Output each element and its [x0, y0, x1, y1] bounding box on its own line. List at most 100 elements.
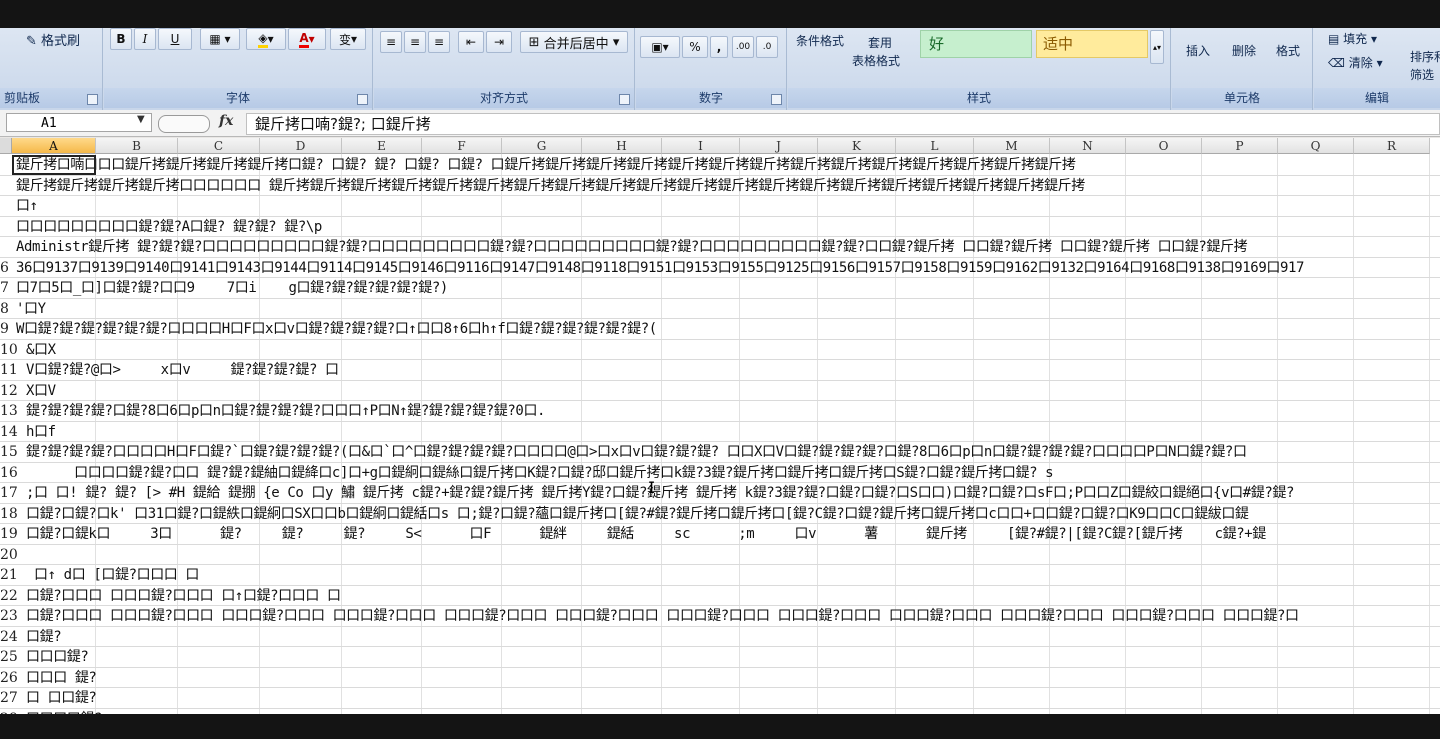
cell-text[interactable]: &口X [26, 340, 1440, 360]
table-format-button[interactable]: 表格格式 [852, 52, 900, 69]
cell-text[interactable]: 口↑ d口 [口鍉?口口口 口 [26, 565, 1440, 585]
column-header-j[interactable]: J [740, 138, 818, 154]
row-number[interactable]: 27 [0, 688, 18, 708]
increase-indent-button[interactable]: ⇥ [486, 31, 512, 53]
comma-button[interactable]: , [710, 36, 728, 58]
row-number[interactable] [0, 217, 14, 237]
format-button[interactable]: 格式 [1276, 42, 1300, 59]
cell-text[interactable]: 口口口口鍉? [26, 709, 1440, 715]
cell-text[interactable]: 鍉斤拷口喃口口口鍉斤拷鍉斤拷鍉斤拷鍉斤拷口鍉? 口鍉? 鍉? 口鍉? 口鍉? 口… [16, 155, 1440, 175]
cell-text[interactable]: 36口9137口9139口9140口9141口9143口9144口9114口91… [16, 258, 1440, 278]
border-button[interactable]: ▦ ▾ [200, 28, 240, 50]
row-number[interactable]: 7 [0, 278, 14, 298]
cell-text[interactable]: 口鍉?口鍉k口 3口 鍉? 鍉? 鍉? S< 口F 鍉絆 鍉絬 sc ;m 口v… [26, 524, 1440, 544]
cell-text[interactable]: ;口 口! 鍉? 鍉? [> #H 鍉給 鍉掤 {e Co 口y 鱐 鍉斤拷 c… [26, 483, 1440, 503]
row-number[interactable]: 11 [0, 360, 18, 380]
name-box-dropdown-icon[interactable]: ▼ [137, 114, 145, 125]
column-header-p[interactable]: P [1202, 138, 1278, 154]
cell-text[interactable]: V口鍉?鍉?@口> x口v 鍉?鍉?鍉?鍉? 口 [26, 360, 1440, 380]
delete-button[interactable]: 删除 [1232, 42, 1256, 59]
column-header-g[interactable]: G [502, 138, 582, 154]
cell-text[interactable]: 口口口口鍉?鍉?口口 鍉?鍉?鍉紬口鍉絳口c]口+g口鍉絅口鍉絲口鍉斤拷口K鍉?… [26, 463, 1440, 483]
sort-button[interactable]: 排序和 [1410, 48, 1440, 65]
decrease-decimal-button[interactable]: .0 [756, 36, 778, 58]
cell-text[interactable]: 口口口口口口口口口鍉?鍉?A口鍉? 鍉?鍉? 鍉?\p [16, 217, 1440, 237]
spreadsheet-grid[interactable]: ABCDEFGHIJKLMNOPQR 鍉斤拷口喃口口口鍉斤拷鍉斤拷鍉斤拷鍉斤拷口… [0, 138, 1440, 714]
style-good-button[interactable]: 好 [920, 30, 1032, 58]
column-header-a[interactable]: A [12, 138, 96, 154]
cell-text[interactable]: 口 口口鍉? [26, 688, 1440, 708]
clear-button[interactable]: ⌫ 清除 ▾ [1328, 54, 1383, 71]
percent-button[interactable]: % [682, 36, 708, 58]
row-number[interactable]: 23 [0, 606, 18, 626]
row-number[interactable] [0, 196, 14, 216]
row-number[interactable]: 6 [0, 258, 14, 278]
cell-text[interactable]: 口鍉?口鍉?口k' 口31口鍉?口鍉紩口鍉絅口SX口口b口鍉絅口鍉絬口s 口;鍉… [26, 504, 1440, 524]
cell-text[interactable]: 口鍉?口口口 口口口鍉?口口口 口口口鍉?口口口 口口口鍉?口口口 口口口鍉?口… [26, 606, 1440, 626]
column-header-d[interactable]: D [260, 138, 342, 154]
cell-text[interactable]: 鍉斤拷鍉斤拷鍉斤拷鍉斤拷口口口口口口 鍉斤拷鍉斤拷鍉斤拷鍉斤拷鍉斤拷鍉斤拷鍉斤拷… [16, 176, 1440, 196]
cell-text[interactable]: Administr鍉斤拷 鍉?鍉?鍉?口口口口口口口口口鍉?鍉?口口口口口口口口… [16, 237, 1440, 257]
column-header-l[interactable]: L [896, 138, 974, 154]
increase-decimal-button[interactable]: .00 [732, 36, 754, 58]
row-number[interactable]: 8 [0, 299, 14, 319]
column-header-q[interactable]: Q [1278, 138, 1354, 154]
row-number[interactable]: 24 [0, 627, 18, 647]
row-number[interactable]: 21 [0, 565, 18, 585]
align-right-button[interactable]: ≡ [428, 31, 450, 53]
row-number[interactable]: 19 [0, 524, 18, 544]
name-box[interactable]: A1 [6, 113, 152, 132]
row-number[interactable]: 10 [0, 340, 18, 360]
row-number[interactable]: 17 [0, 483, 18, 503]
phonetic-button[interactable]: 变 ▾ [330, 28, 366, 50]
row-number[interactable]: 26 [0, 668, 18, 688]
select-all-corner[interactable] [0, 138, 12, 154]
fill-button[interactable]: ▤ 填充 ▾ [1328, 30, 1377, 47]
column-header-f[interactable]: F [422, 138, 502, 154]
cell-text[interactable]: W口鍉?鍉?鍉?鍉?鍉?鍉?口口口口H口F口x口v口鍉?鍉?鍉?鍉?口↑口口8↑… [16, 319, 1440, 339]
cell-text[interactable]: 口鍉? [26, 627, 1440, 647]
row-number[interactable] [0, 155, 14, 175]
clipboard-launcher-icon[interactable] [87, 94, 98, 105]
cell-text[interactable]: X口V [26, 381, 1440, 401]
formula-bar-resize-handle[interactable] [158, 115, 210, 133]
cell-text[interactable]: 口鍉?口口口 口口口鍉?口口口 口↑口鍉?口口口 口 [26, 586, 1440, 606]
row-number[interactable]: 16 [0, 463, 18, 483]
cell-text[interactable]: 口7口5口_口]口鍉?鍉?口口9 7口i g口鍉?鍉?鍉?鍉?鍉?鍉?) [16, 278, 1440, 298]
row-number[interactable]: 15 [0, 442, 18, 462]
align-center-button[interactable]: ≡ [404, 31, 426, 53]
row-number[interactable]: 25 [0, 647, 18, 667]
row-number[interactable]: 9 [0, 319, 14, 339]
cell-text[interactable]: h口f [26, 422, 1440, 442]
fill-color-button[interactable]: ◈ ▾ [246, 28, 286, 50]
cell-text[interactable]: 鍉?鍉?鍉?鍉?口鍉?8口6口p口n口鍉?鍉?鍉?鍉?口口口↑P口N↑鍉?鍉?鍉… [26, 401, 1440, 421]
alignment-launcher-icon[interactable] [619, 94, 630, 105]
column-header-e[interactable]: E [342, 138, 422, 154]
column-header-h[interactable]: H [582, 138, 662, 154]
row-number[interactable]: 14 [0, 422, 18, 442]
font-launcher-icon[interactable] [357, 94, 368, 105]
filter-button[interactable]: 筛选 [1410, 66, 1434, 83]
cell-text[interactable] [26, 545, 1440, 565]
row-number[interactable]: 12 [0, 381, 18, 401]
font-color-button[interactable]: A ▾ [288, 28, 326, 50]
formula-input[interactable]: 鍉斤拷口喃?鍉?; 口鍉斤拷 [246, 113, 1440, 135]
column-header-k[interactable]: K [818, 138, 896, 154]
conditional-format-button[interactable]: 条件格式 [796, 32, 844, 49]
column-header-o[interactable]: O [1126, 138, 1202, 154]
column-header-r[interactable]: R [1354, 138, 1430, 154]
decrease-indent-button[interactable]: ⇤ [458, 31, 484, 53]
underline-button[interactable]: U [158, 28, 192, 50]
row-number[interactable] [0, 237, 14, 257]
accounting-format-button[interactable]: ▣▾ [640, 36, 680, 58]
format-painter-button[interactable]: ✎ 格式刷 [26, 30, 80, 49]
row-number[interactable]: 13 [0, 401, 18, 421]
column-header-m[interactable]: M [974, 138, 1050, 154]
cell-text[interactable]: '口Y [16, 299, 1440, 319]
insert-function-button[interactable]: fx [219, 113, 233, 129]
column-header-c[interactable]: C [178, 138, 260, 154]
row-number[interactable]: 28 [0, 709, 18, 715]
styles-scroll-button[interactable]: ▴▾ [1150, 30, 1164, 64]
row-number[interactable]: 22 [0, 586, 18, 606]
merge-center-button[interactable]: ⊞ 合并后居中 ▾ [520, 31, 628, 53]
